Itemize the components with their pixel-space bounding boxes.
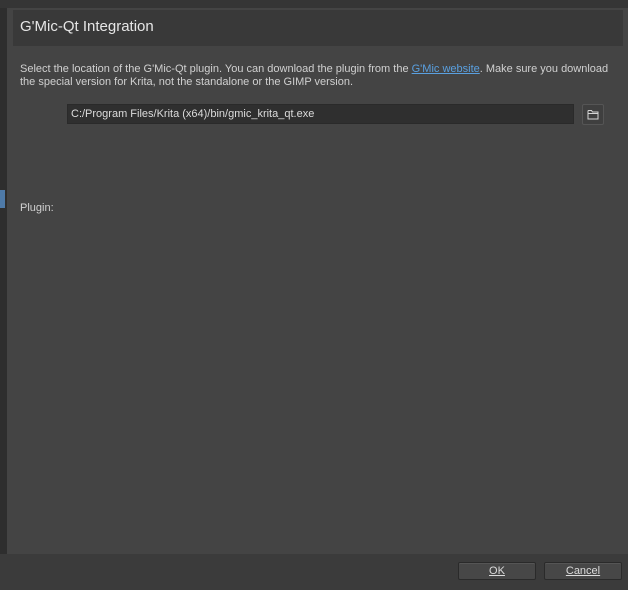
dialog-button-bar: OK Cancel [0,554,628,590]
selected-category-indicator [0,190,5,208]
top-strip [0,0,628,8]
description-text-start: Select the location of the G'Mic-Qt plug… [20,63,412,75]
plugin-label: Plugin: [20,202,54,214]
category-list-edge[interactable] [0,8,7,554]
ok-button[interactable]: OK [458,562,536,580]
browse-button[interactable] [582,104,604,125]
gmic-website-link[interactable]: G'Mic website [412,63,480,75]
plugin-description: Select the location of the G'Mic-Qt plug… [20,63,620,89]
gmic-settings-page: G'Mic-Qt Integration Select the location… [7,8,628,554]
page-title: G'Mic-Qt Integration [20,18,154,35]
folder-icon [587,110,599,120]
cancel-button[interactable]: Cancel [544,562,622,580]
preferences-dialog: G'Mic-Qt Integration Select the location… [0,0,628,590]
page-header: G'Mic-Qt Integration [13,10,623,46]
plugin-path-input[interactable] [67,104,574,124]
